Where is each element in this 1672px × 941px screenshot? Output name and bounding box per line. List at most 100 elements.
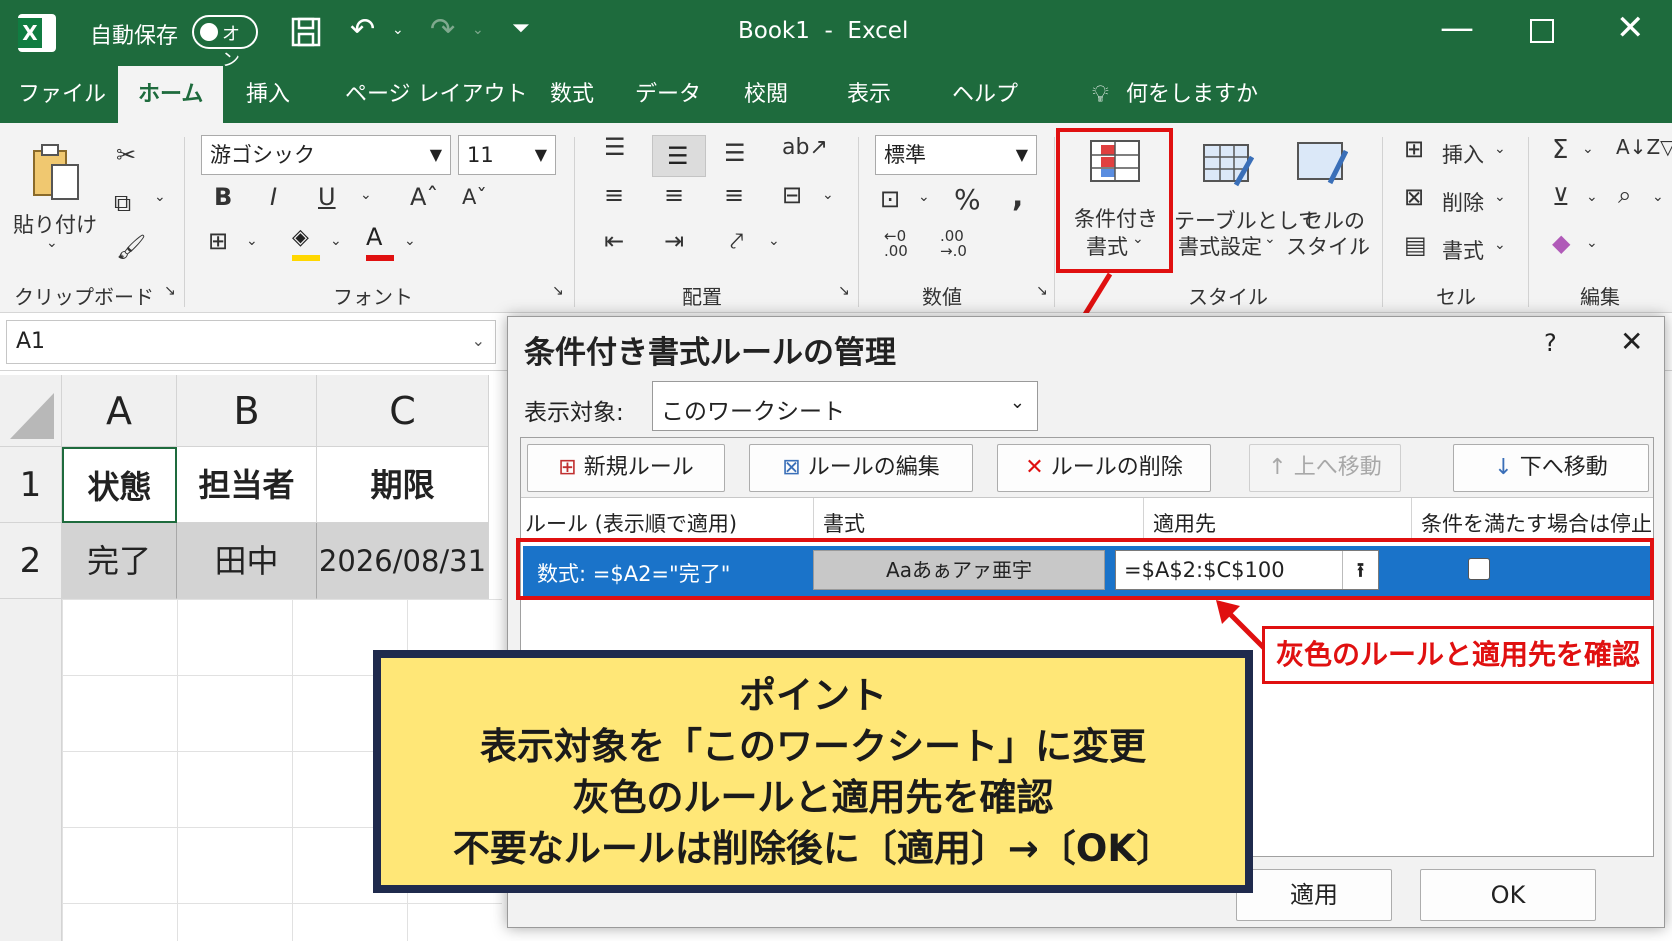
edit-rule-button[interactable]: ⊠ ルールの編集 (749, 444, 973, 492)
font-size-dropdown-icon[interactable]: ▼ (535, 136, 547, 174)
autosave-toggle[interactable]: オン (192, 15, 258, 71)
accounting-format-icon[interactable]: ⊡ (880, 185, 900, 213)
clear-dropdown-icon[interactable]: ⌄ (1586, 235, 1598, 251)
insert-cells-icon[interactable]: ⊞ (1404, 135, 1424, 163)
cell-b2[interactable]: 田中 (177, 523, 317, 599)
save-icon[interactable] (290, 16, 322, 48)
borders-dropdown-icon[interactable]: ⌄ (246, 233, 258, 249)
move-down-button[interactable]: ↓ 下へ移動 (1453, 444, 1649, 492)
delete-cells-button[interactable]: 削除 (1442, 187, 1484, 217)
decrease-decimal-icon[interactable]: .00 →.0 (940, 229, 967, 259)
number-format-dropdown-icon[interactable]: ▼ (1016, 136, 1028, 174)
fill-dropdown-icon[interactable]: ⌄ (1586, 189, 1598, 205)
paste-icon[interactable] (30, 143, 82, 203)
insert-cells-button[interactable]: 挿入 (1442, 139, 1484, 169)
close-window-icon[interactable]: ✕ (1616, 8, 1645, 48)
number-launcher-icon[interactable]: ↘ (1036, 283, 1048, 299)
fill-color-dropdown-icon[interactable]: ⌄ (330, 233, 342, 249)
copy-icon[interactable]: ⧉ (114, 189, 131, 217)
minimize-icon[interactable]: — (1440, 8, 1474, 48)
autosum-dropdown-icon[interactable]: ⌄ (1582, 141, 1594, 157)
text-direction-icon[interactable]: ⤤ (730, 227, 744, 255)
customize-qat-icon[interactable]: ⏷ (512, 16, 530, 41)
tab-formulas[interactable]: 数式 (550, 66, 594, 123)
delete-cells-dropdown-icon[interactable]: ⌄ (1494, 189, 1506, 205)
format-painter-icon[interactable]: 🖌︎ (116, 233, 146, 261)
borders-icon[interactable]: ⊞ (208, 227, 228, 255)
tab-help[interactable]: ヘルプ (952, 66, 1018, 123)
column-header-b[interactable]: B (177, 375, 317, 447)
number-format-combo[interactable]: 標準 ▼ (875, 135, 1037, 175)
delete-rule-button[interactable]: ✕ ルールの削除 (997, 444, 1211, 492)
format-as-table-dropdown-icon[interactable]: ⌄ (1264, 231, 1276, 247)
cell-styles-icon[interactable] (1296, 141, 1348, 185)
delete-cells-icon[interactable]: ⊠ (1404, 183, 1424, 211)
cell-c1[interactable]: 期限 (317, 447, 489, 523)
clipboard-launcher-icon[interactable]: ↘ (164, 283, 176, 299)
dialog-close-icon[interactable]: ✕ (1620, 325, 1643, 358)
format-as-table-icon[interactable] (1202, 143, 1254, 187)
insert-cells-dropdown-icon[interactable]: ⌄ (1494, 141, 1506, 157)
increase-indent-icon[interactable]: ⇥ (664, 227, 684, 255)
align-right-icon[interactable]: ≡ (724, 181, 744, 209)
font-name-dropdown-icon[interactable]: ▼ (430, 136, 442, 174)
tell-me-search[interactable]: 何をしますか (1126, 66, 1258, 123)
tab-insert[interactable]: 挿入 (246, 66, 290, 123)
align-bottom-icon[interactable]: ☰ (724, 139, 746, 167)
format-cells-dropdown-icon[interactable]: ⌄ (1494, 237, 1506, 253)
redo-icon[interactable]: ↷ (430, 12, 455, 47)
undo-dropdown-icon[interactable]: ⌄ (392, 22, 404, 38)
decrease-indent-icon[interactable]: ⇤ (604, 227, 624, 255)
autosum-icon[interactable]: Σ (1552, 135, 1568, 165)
move-up-button[interactable]: ↑ 上へ移動 (1249, 444, 1401, 492)
merge-center-icon[interactable]: ⊟ (782, 181, 802, 209)
cell-c2[interactable]: 2026/08/31 (317, 523, 489, 599)
tab-data[interactable]: データ (635, 66, 701, 123)
align-middle-button[interactable]: ☰ (652, 135, 706, 177)
text-direction-dropdown-icon[interactable]: ⌄ (768, 233, 780, 249)
ok-button[interactable]: OK (1420, 869, 1596, 921)
sort-filter-icon[interactable]: A↓Z▽ (1616, 135, 1672, 159)
align-left-icon[interactable]: ≡ (604, 181, 624, 209)
increase-font-icon[interactable]: Aˆ (410, 183, 438, 211)
paste-dropdown-icon[interactable]: ⌄ (46, 235, 58, 251)
underline-dropdown-icon[interactable]: ⌄ (360, 187, 372, 203)
show-rules-select[interactable]: このワークシート ⌄ (652, 381, 1038, 431)
underline-button[interactable]: U (318, 183, 336, 211)
format-cells-icon[interactable]: ▤ (1404, 231, 1427, 259)
increase-decimal-icon[interactable]: ←0.00 (884, 229, 908, 259)
find-select-dropdown-icon[interactable]: ⌄ (1652, 189, 1664, 205)
dialog-help-button[interactable]: ? (1544, 329, 1557, 357)
percent-icon[interactable]: % (954, 183, 981, 216)
merge-dropdown-icon[interactable]: ⌄ (822, 187, 834, 203)
tab-page-layout[interactable]: ページ レイアウト (345, 66, 528, 123)
name-box-dropdown-icon[interactable]: ⌄ (472, 331, 485, 350)
cell-a1[interactable]: 状態 (62, 447, 177, 523)
cell-b1[interactable]: 担当者 (177, 447, 317, 523)
font-color-dropdown-icon[interactable]: ⌄ (404, 233, 416, 249)
fill-color-icon[interactable]: ◈ (292, 225, 322, 261)
cut-icon[interactable]: ✂ (116, 141, 136, 169)
align-top-icon[interactable]: ☰ (604, 133, 626, 161)
comma-style-icon[interactable]: , (1012, 179, 1023, 214)
format-as-table-button-line2[interactable]: 書式設定 (1178, 231, 1262, 261)
row-header-1[interactable]: 1 (0, 447, 62, 523)
tab-file[interactable]: ファイル (18, 66, 106, 123)
orientation-icon[interactable]: ab↗ (782, 135, 828, 160)
font-launcher-icon[interactable]: ↘ (552, 283, 564, 299)
font-color-icon[interactable]: A (366, 223, 396, 261)
format-cells-button[interactable]: 書式 (1442, 235, 1484, 265)
decrease-font-icon[interactable]: Aˇ (462, 185, 487, 209)
select-all-corner[interactable] (0, 375, 62, 447)
column-header-a[interactable]: A (62, 375, 177, 447)
cell-styles-dropdown-icon[interactable]: ⌄ (1356, 231, 1368, 247)
accounting-dropdown-icon[interactable]: ⌄ (918, 189, 930, 205)
row-header-2[interactable]: 2 (0, 523, 62, 599)
new-rule-button[interactable]: ⊞ 新規ルール (527, 444, 725, 492)
font-size-combo[interactable]: 11 ▼ (458, 135, 556, 175)
fill-icon[interactable]: ⊻ (1552, 183, 1570, 211)
align-center-icon[interactable]: ≡ (664, 181, 684, 209)
tab-review[interactable]: 校閲 (744, 66, 788, 123)
show-rules-dropdown-icon[interactable]: ⌄ (1010, 392, 1025, 413)
tab-view[interactable]: 表示 (847, 66, 891, 123)
